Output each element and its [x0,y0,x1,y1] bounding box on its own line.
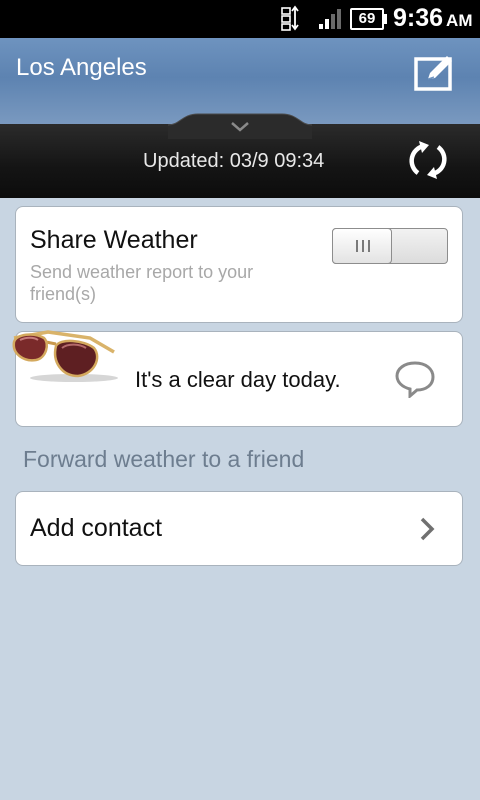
add-contact-label: Add contact [30,514,163,542]
battery-level: 69 [350,8,384,30]
clock-ampm: AM [446,11,473,30]
share-weather-subtitle: Send weather report to your friend(s) [30,262,254,304]
share-weather-toggle[interactable] [332,228,448,264]
signal-strength-icon [318,8,342,30]
chevron-down-icon[interactable] [167,113,313,139]
comment-icon[interactable] [394,360,436,400]
toggle-grip [356,240,358,252]
share-weather-title: Share Weather [30,226,198,254]
battery-icon: 69 [350,8,387,30]
battery-cap [384,14,387,24]
add-contact-row[interactable]: Add contact [15,491,463,566]
weather-share-screen: 69 9:36 AM Los Angeles Updated: 03/9 09:3… [0,0,480,800]
status-bar: 69 9:36 AM [0,0,480,38]
weather-message-card[interactable]: It's a clear day today. [12,330,463,427]
refresh-icon[interactable] [406,138,450,182]
toggle-grip [368,240,370,252]
toggle-knob[interactable] [332,228,392,264]
toggle-grip [362,240,364,252]
city-name: Los Angeles [16,54,147,81]
updated-timestamp: Updated: 03/9 09:34 [143,150,325,172]
clock: 9:36 AM [393,4,473,33]
clock-time: 9:36 [393,4,444,32]
forward-section-label: Forward weather to a friend [23,446,305,472]
sunglasses-icon [10,328,122,384]
weather-message-text: It's a clear day today. [135,367,341,392]
share-weather-card: Share Weather Send weather report to you… [15,206,463,323]
chevron-right-icon [418,516,436,542]
network-activity-icon [281,5,301,31]
edit-icon[interactable] [414,53,456,93]
